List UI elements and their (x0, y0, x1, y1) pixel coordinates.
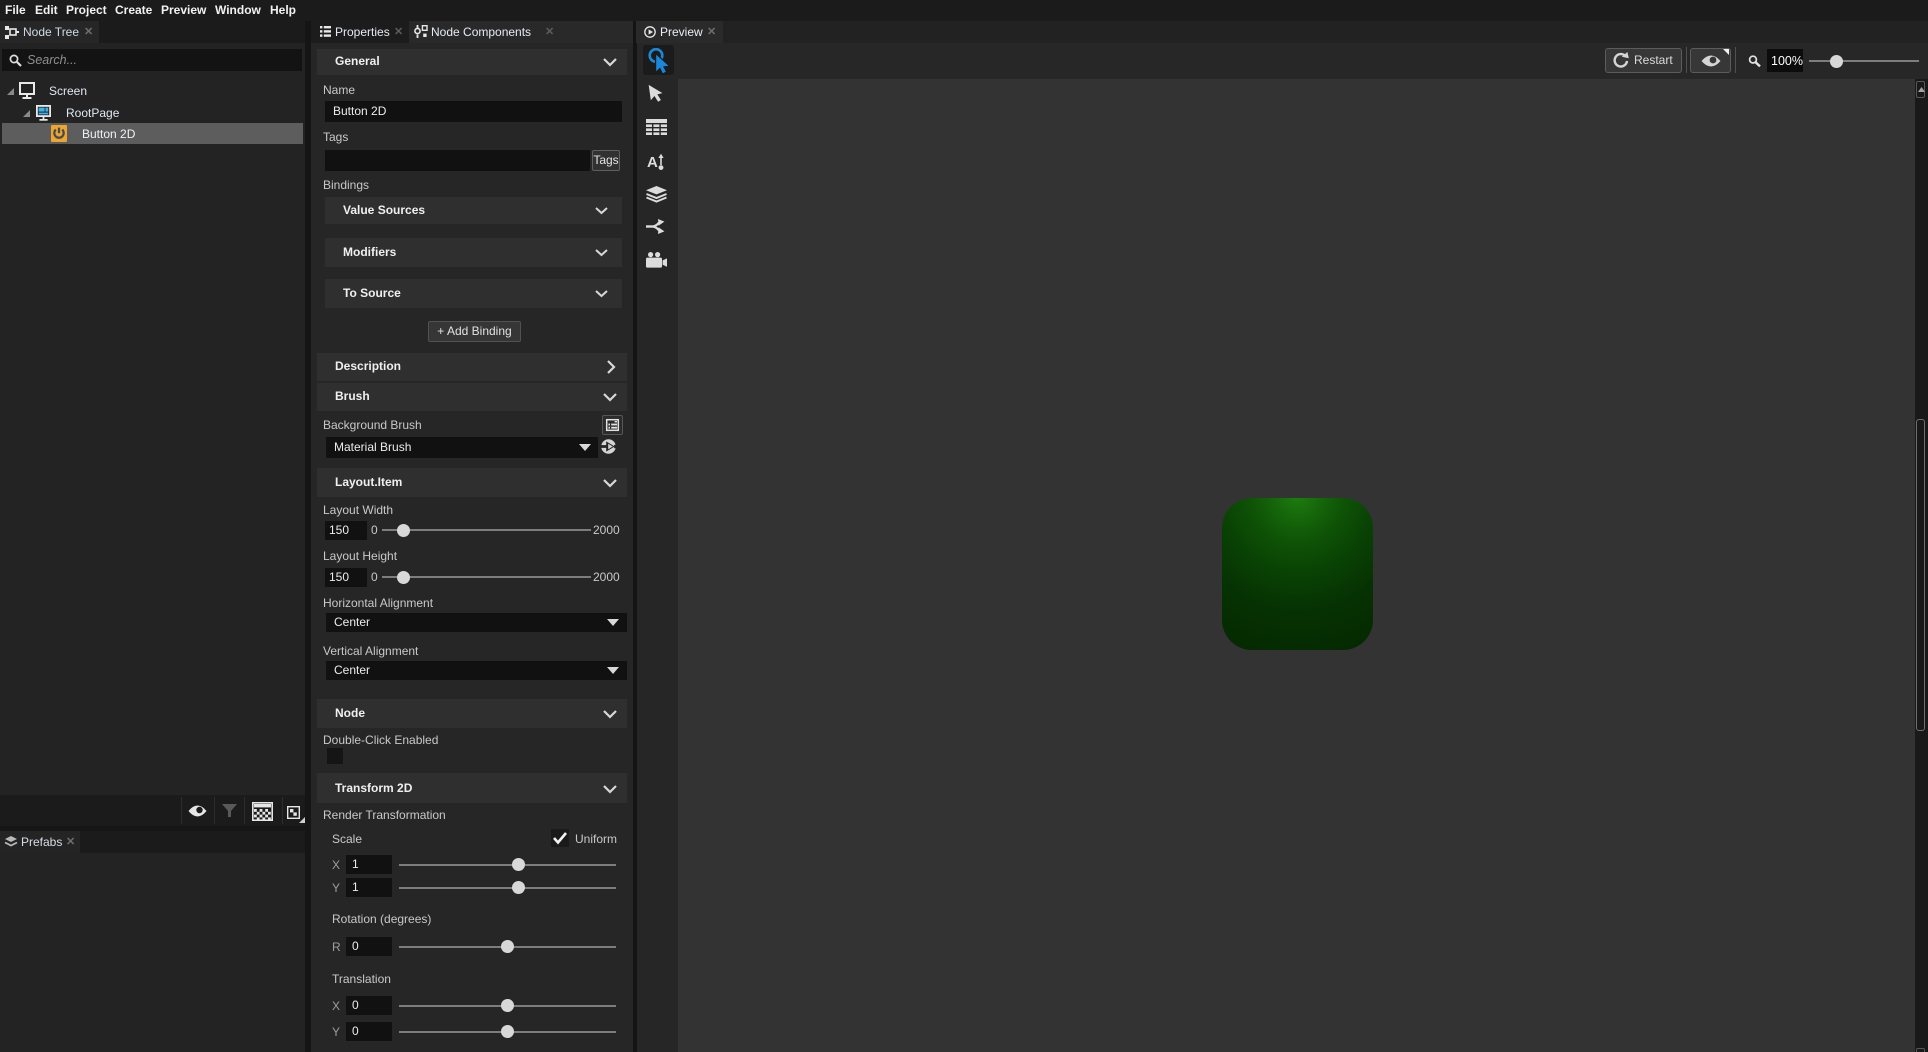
svg-text:A: A (647, 154, 658, 171)
